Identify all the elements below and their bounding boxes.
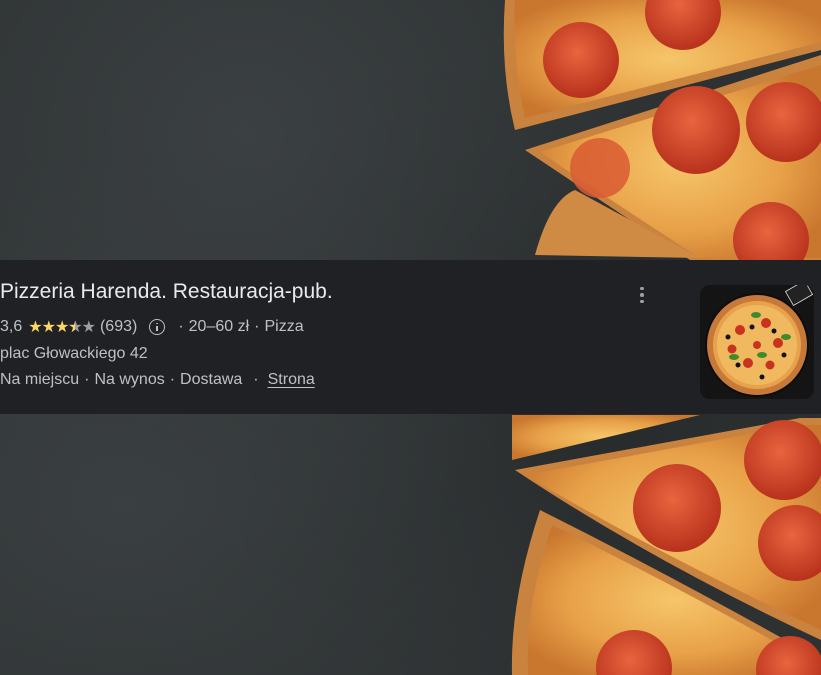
place-card[interactable]: Pizzeria Harenda. Restauracja-pub. 3,6 ★… <box>0 260 821 414</box>
review-count[interactable]: (693) <box>100 318 137 336</box>
separator: · <box>84 371 90 388</box>
category: Pizza <box>264 318 304 335</box>
service-dine-in: Na miejscu <box>0 371 80 388</box>
star-icon: ★ <box>54 319 69 336</box>
service-takeaway: Na wynos <box>94 371 165 388</box>
more-vert-icon[interactable] <box>636 285 648 305</box>
star-half-icon: ★ <box>68 317 82 337</box>
star-empty-icon: ★ <box>81 319 96 336</box>
star-icon: ★ <box>41 319 56 336</box>
star-rating: ★ ★ ★ ★ ★ <box>28 317 96 337</box>
place-title[interactable]: Pizzeria Harenda. Restauracja-pub. <box>0 280 333 304</box>
star-icon: ★ <box>28 319 42 336</box>
website-link[interactable]: Strona <box>268 371 315 389</box>
separator: · <box>169 371 176 388</box>
separator: · <box>254 318 260 335</box>
pizza-photo-icon <box>700 285 814 399</box>
service-delivery: Dostawa <box>180 371 243 388</box>
rating-value: 3,6 <box>0 318 23 335</box>
place-thumbnail[interactable] <box>700 285 814 399</box>
address: plac Głowackiego 42 <box>0 345 148 362</box>
price-range: 20–60 zł <box>188 318 250 335</box>
separator: · <box>178 318 184 335</box>
address-row: plac Głowackiego 42 <box>0 345 148 363</box>
separator: · <box>253 371 259 388</box>
rating-row: 3,6 ★ ★ ★ ★ ★ (693) · 20–60 zł · Pizza <box>0 317 304 337</box>
info-icon[interactable] <box>149 319 166 335</box>
services-row: Na miejscu · Na wynos · Dostawa · Strona <box>0 371 315 389</box>
